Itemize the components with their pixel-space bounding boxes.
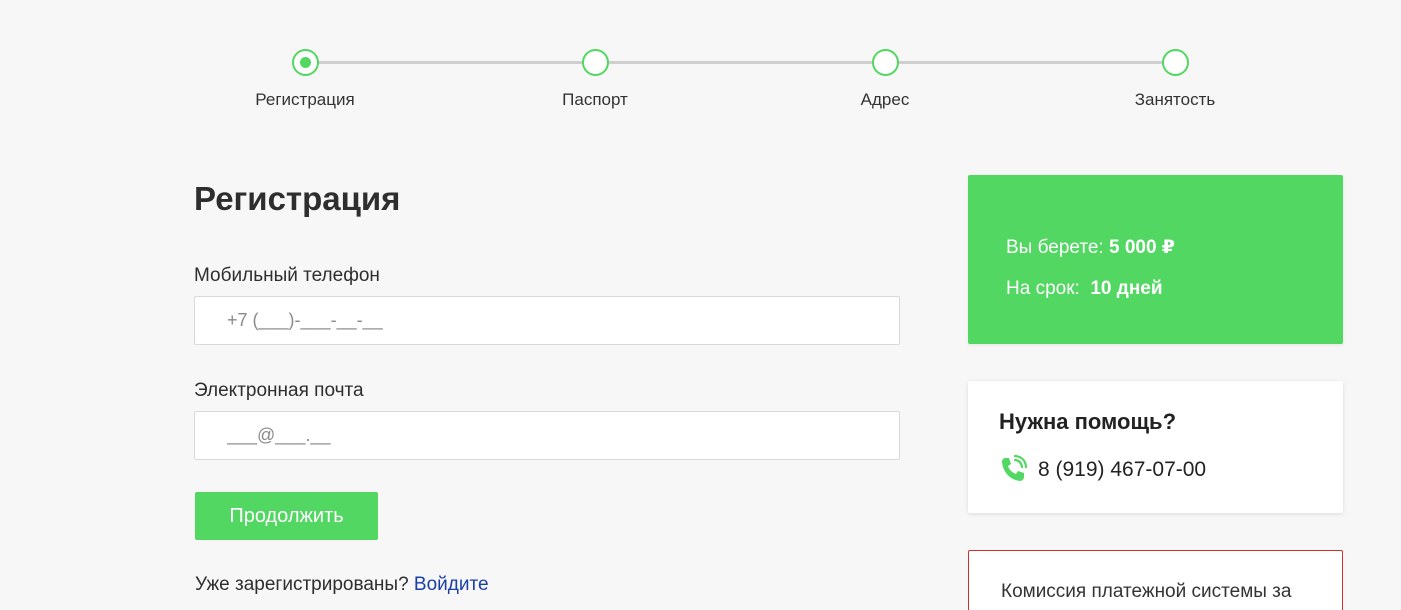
loan-term-value: 10 дней: [1090, 278, 1163, 299]
loan-amount-row: Вы берете: 5 000 ₽: [1006, 227, 1343, 268]
loan-amount-label: Вы берете:: [1006, 237, 1104, 258]
continue-button[interactable]: Продолжить: [195, 492, 378, 540]
loan-term-row: На срок: 10 дней: [1006, 268, 1343, 309]
help-card: Нужна помощь? 8 (919) 467-07-00: [968, 381, 1343, 513]
step-label: Регистрация: [255, 90, 355, 109]
help-phone-number: 8 (919) 467-07-00: [1038, 458, 1207, 481]
step-label: Паспорт: [562, 90, 628, 109]
help-title: Нужна помощь?: [999, 409, 1177, 434]
page-title: Регистрация: [194, 180, 401, 217]
step-indicator-icon: [291, 49, 319, 76]
login-link[interactable]: Войдите: [414, 574, 489, 595]
phone-input[interactable]: [194, 296, 900, 345]
progress-stepper: Регистрация Паспорт Адрес Занятость: [0, 0, 1401, 130]
loan-summary-card: Вы берете: 5 000 ₽ На срок: 10 дней: [968, 175, 1343, 344]
phone-icon: [1002, 455, 1027, 481]
registration-page: Регистрация Паспорт Адрес Занятость Реги…: [0, 0, 1401, 610]
login-prompt-text: Уже зарегистрированы?: [195, 574, 409, 595]
step-label: Адрес: [860, 90, 910, 109]
step-passport[interactable]: Паспорт: [515, 49, 675, 110]
phone-label: Мобильный телефон: [194, 265, 380, 286]
email-label: Электронная почта: [194, 380, 364, 401]
step-registration[interactable]: Регистрация: [225, 49, 385, 110]
fee-notice-text: Комиссия платежной системы за: [1001, 581, 1292, 602]
help-phone-row[interactable]: 8 (919) 467-07-00: [999, 455, 1343, 485]
step-employment[interactable]: Занятость: [1095, 49, 1255, 110]
login-prompt: Уже зарегистрированы? Войдите: [195, 574, 489, 596]
fee-notice-card: Комиссия платежной системы за: [968, 550, 1343, 610]
step-indicator-icon: [581, 49, 609, 76]
loan-amount-value: 5 000 ₽: [1108, 237, 1176, 258]
loan-term-label: На срок:: [1006, 278, 1080, 299]
step-label: Занятость: [1134, 90, 1216, 109]
step-address[interactable]: Адрес: [805, 49, 965, 110]
email-input[interactable]: [194, 411, 900, 460]
step-indicator-icon: [871, 49, 899, 76]
step-indicator-icon: [1161, 49, 1189, 76]
